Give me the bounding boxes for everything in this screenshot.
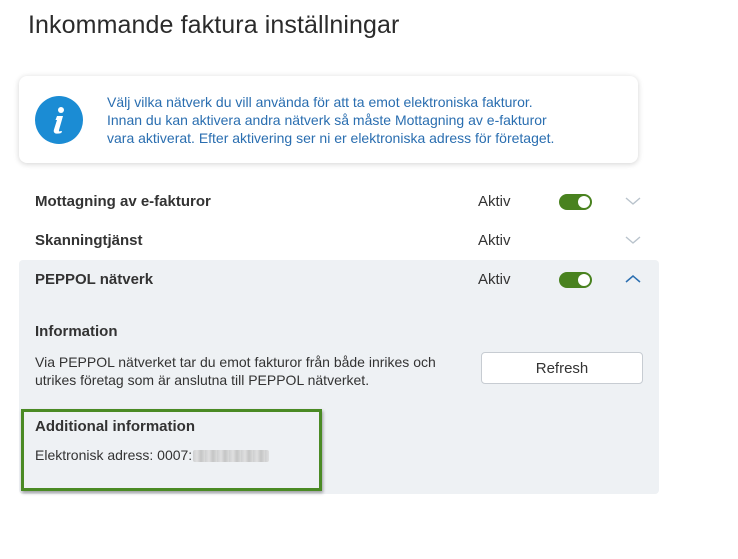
network-status: Aktiv (478, 193, 511, 210)
info-banner-line: vara aktiverat. Efter aktivering ser ni … (107, 130, 555, 146)
additional-information-heading: Additional information (35, 418, 195, 435)
toggle-knob (578, 196, 590, 208)
network-status: Aktiv (478, 271, 511, 288)
network-label: PEPPOL nätverk (35, 271, 154, 288)
redacted-address-value (193, 450, 270, 463)
refresh-button[interactable]: Refresh (481, 352, 643, 384)
network-toggle[interactable] (559, 272, 592, 288)
information-text: Via PEPPOL nätverket tar du emot fakturo… (35, 353, 475, 389)
information-heading: Information (35, 323, 118, 340)
information-line: Via PEPPOL nätverket tar du emot fakturo… (35, 354, 436, 370)
info-banner-line: Innan du kan aktivera andra nätverk så m… (107, 112, 547, 128)
chevron-down-icon[interactable] (623, 233, 643, 247)
info-banner-text: Välj vilka nätverk du vill använda för a… (107, 93, 607, 147)
chevron-up-icon[interactable] (623, 272, 643, 286)
info-banner: Välj vilka nätverk du vill använda för a… (19, 76, 638, 163)
network-toggle[interactable] (559, 194, 592, 210)
network-panel-peppol: PEPPOL nätverk Aktiv Information Via PEP… (19, 260, 659, 494)
electronic-address: Elektronisk adress: 0007: (35, 447, 270, 463)
additional-information-box: Additional information Elektronisk adres… (21, 409, 322, 491)
network-status: Aktiv (478, 232, 511, 249)
info-icon (35, 96, 83, 144)
electronic-address-label: Elektronisk adress: 0007: (35, 447, 193, 463)
network-row-peppol[interactable]: PEPPOL nätverk Aktiv (19, 260, 659, 299)
information-line: utrikes företag som är anslutna till PEP… (35, 372, 370, 388)
network-label: Skanningtjänst (35, 232, 143, 249)
toggle-knob (578, 274, 590, 286)
info-banner-line: Välj vilka nätverk du vill använda för a… (107, 94, 533, 110)
network-label: Mottagning av e-fakturor (35, 193, 211, 210)
network-row-skanningtjanst[interactable]: Skanningtjänst Aktiv (19, 221, 659, 260)
chevron-down-icon[interactable] (623, 194, 643, 208)
network-row-e-fakturor[interactable]: Mottagning av e-fakturor Aktiv (19, 182, 659, 221)
page-title: Inkommande faktura inställningar (28, 11, 400, 39)
